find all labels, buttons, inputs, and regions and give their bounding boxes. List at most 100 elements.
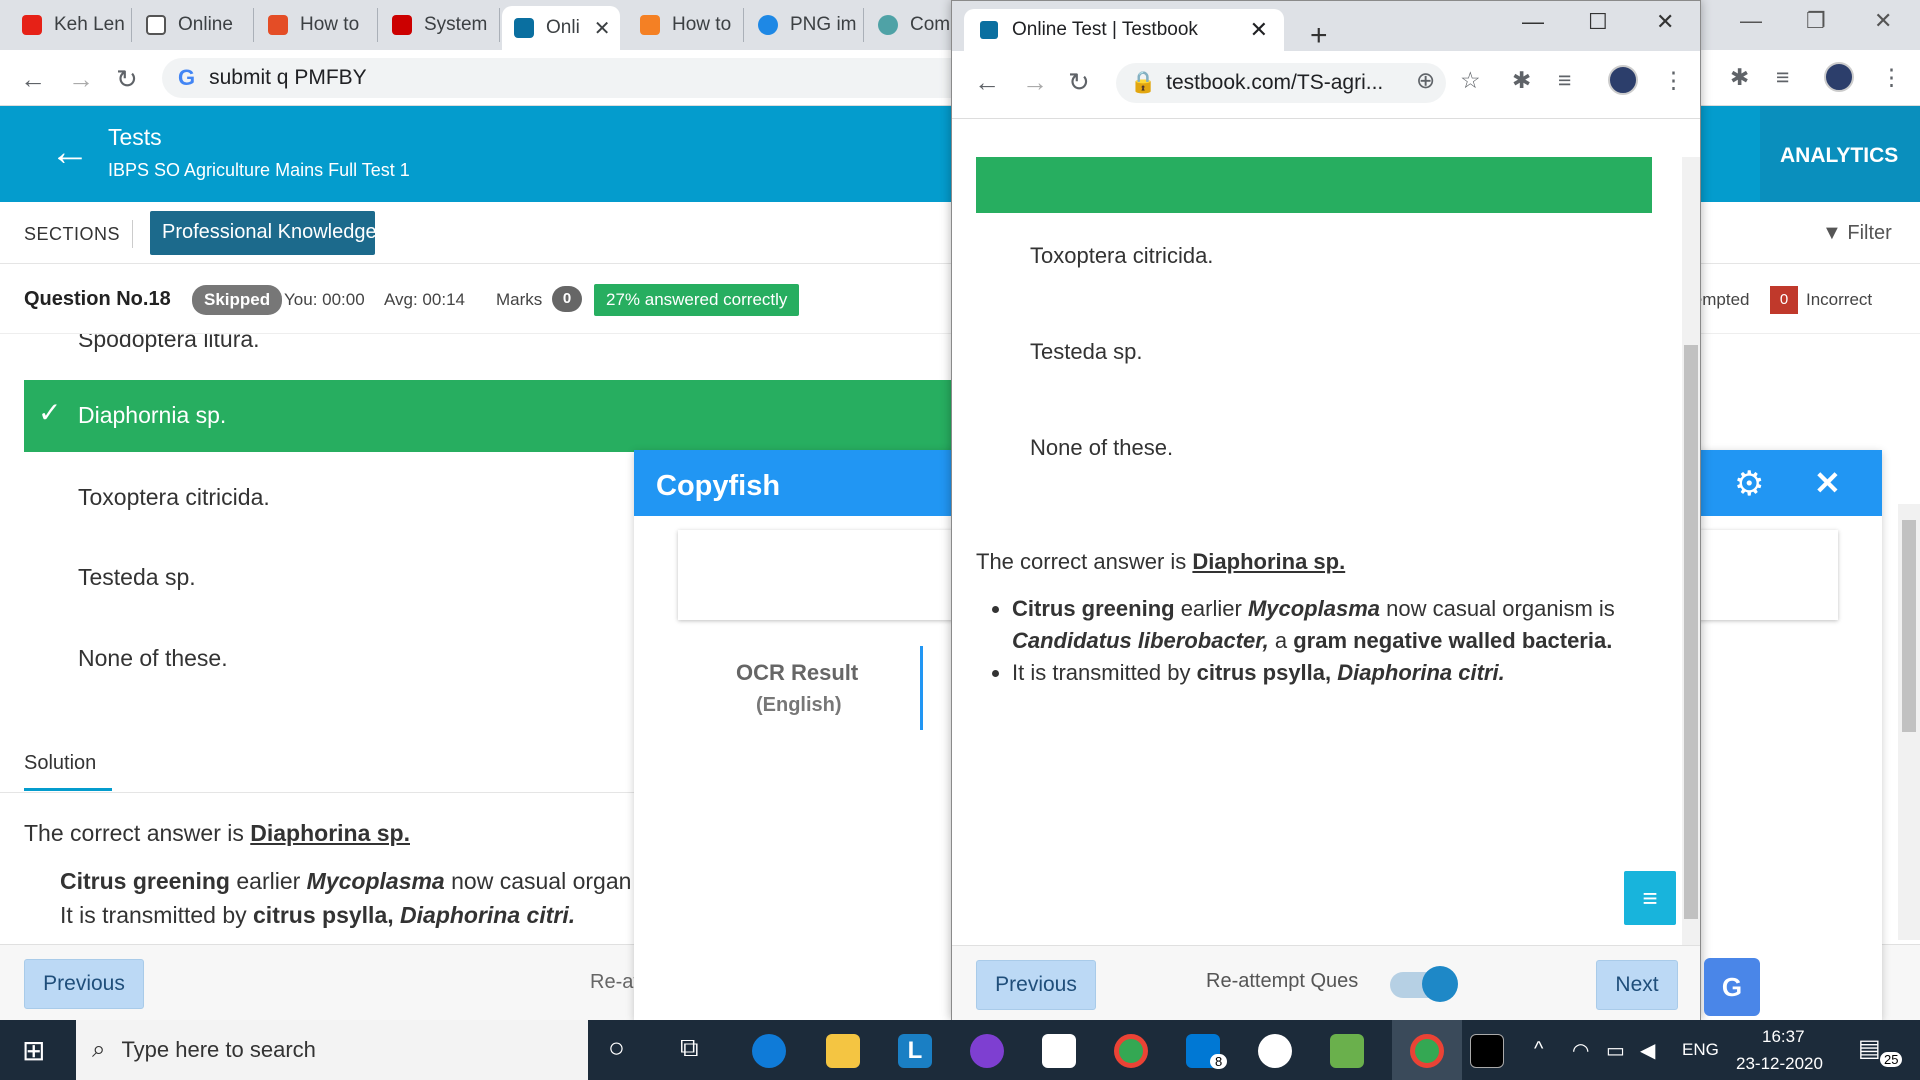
maximize-icon[interactable]: ☐ — [1588, 9, 1608, 35]
extensions-icon[interactable]: ✱ — [1512, 67, 1531, 94]
back-icon[interactable]: ← — [20, 64, 46, 95]
tab-youtube[interactable]: Keh Len — [10, 8, 132, 42]
tab-comp[interactable]: Comp — [866, 8, 956, 42]
media-icon[interactable]: ≡ — [1776, 64, 1789, 91]
tab-system[interactable]: System — [380, 8, 500, 42]
menu-icon[interactable]: ⋮ — [1662, 67, 1685, 94]
solution-list: Citrus greening earlier Mycoplasma now c… — [60, 864, 630, 932]
popup-tab[interactable]: Online Test | Testbook ✕ — [964, 9, 1284, 51]
option-3[interactable]: Testeda sp. — [78, 564, 196, 591]
solution-tab-indicator — [24, 788, 112, 791]
notification-icon[interactable]: ▤ — [1858, 1034, 1881, 1063]
reload-icon[interactable]: ↻ — [116, 64, 138, 95]
taskbar-search[interactable]: ⌕ Type here to search — [76, 1020, 588, 1080]
menu-fab-icon[interactable]: ≡ — [1624, 871, 1676, 925]
option-partial: Spodoptera litura. — [78, 334, 260, 352]
chevron-up-icon[interactable]: ^ — [1534, 1038, 1543, 1061]
notification-count: 25 — [1880, 1052, 1903, 1067]
url-field[interactable]: 🔒 testbook.com/TS-agri... — [1116, 63, 1446, 103]
popup-tab-strip: Online Test | Testbook ✕ + — ☐ ✕ — [952, 1, 1700, 53]
divider — [920, 646, 923, 730]
windows-start-icon[interactable]: ⊞ — [22, 1034, 45, 1067]
analytics-tab[interactable]: ANALYTICS — [1780, 144, 1898, 168]
tab-online-active[interactable]: Onli ✕ — [502, 6, 620, 50]
clock-date[interactable]: 23-12-2020 — [1736, 1054, 1823, 1074]
scrollbar-thumb[interactable] — [1684, 345, 1698, 919]
section-chip[interactable]: Professional Knowledge — [150, 211, 375, 255]
solution-list: Citrus greening earlier Mycoplasma now c… — [1012, 593, 1652, 689]
menu-icon[interactable]: ⋮ — [1880, 64, 1903, 91]
diamond-icon — [146, 15, 166, 35]
podcast-icon[interactable] — [970, 1034, 1004, 1068]
chrome-active-icon[interactable] — [1410, 1034, 1444, 1068]
marks-badge: 0 — [552, 286, 582, 312]
option-2[interactable]: Toxoptera citricida. — [1030, 243, 1213, 269]
language-indicator[interactable]: ENG — [1682, 1040, 1719, 1060]
search-icon: ⌕ — [92, 1036, 106, 1063]
option-4[interactable]: None of these. — [1030, 435, 1173, 461]
tab-online[interactable]: Online — [134, 8, 254, 42]
divider — [132, 220, 133, 248]
clock-time[interactable]: 16:37 — [1762, 1027, 1805, 1047]
translate-icon[interactable]: G — [1704, 958, 1760, 1016]
chrome-icon[interactable] — [1114, 1034, 1148, 1068]
star-icon[interactable]: ☆ — [1460, 67, 1481, 94]
tab-how-to-1[interactable]: How to — [256, 8, 378, 42]
previous-button[interactable]: Previous — [976, 960, 1096, 1010]
ocr-result-label: OCR Result — [736, 660, 859, 685]
close-icon[interactable]: ✕ — [1814, 464, 1841, 502]
option-4[interactable]: None of these. — [78, 645, 228, 672]
incorrect-badge: 0 — [1770, 286, 1798, 314]
scrollbar-thumb[interactable] — [1902, 520, 1916, 732]
tab-how-to-2[interactable]: How to — [628, 8, 744, 42]
cortana-icon[interactable]: ○ — [608, 1032, 625, 1064]
edge-icon[interactable] — [752, 1034, 786, 1068]
minimize-icon[interactable]: — — [1740, 8, 1762, 34]
close-icon[interactable]: ✕ — [594, 16, 611, 41]
correct-option[interactable]: ✓ Diaphornia sp. — [24, 380, 954, 452]
forward-icon[interactable]: → — [1022, 67, 1048, 98]
volume-icon[interactable]: ◀ — [1640, 1038, 1655, 1063]
media-icon[interactable]: ≡ — [1558, 67, 1571, 94]
leaf-icon — [878, 15, 898, 35]
restore-icon[interactable]: ❐ — [1806, 8, 1826, 34]
correct-option[interactable] — [976, 157, 1652, 213]
answered-correctly-badge: 27% answered correctly — [594, 284, 800, 316]
paint-icon[interactable] — [1330, 1034, 1364, 1068]
add-icon[interactable]: ⊕ — [1416, 67, 1435, 94]
popup-address-bar: ← → ↻ 🔒 testbook.com/TS-agri... ⊕ ☆ ✱ ≡ ⋮ — [952, 51, 1700, 119]
battery-icon[interactable]: ▭ — [1606, 1038, 1625, 1063]
minimize-icon[interactable]: — — [1522, 9, 1544, 35]
tab-png[interactable]: PNG im — [746, 8, 864, 42]
option-3[interactable]: Testeda sp. — [1030, 339, 1143, 365]
list-item: It is transmitted by citrus psylla, Diap… — [60, 898, 630, 932]
close-icon[interactable]: ✕ — [1250, 17, 1268, 43]
solution-tab[interactable]: Solution — [24, 752, 96, 775]
back-icon[interactable]: ← — [974, 67, 1000, 98]
incorrect-label: Incorrect — [1806, 290, 1873, 309]
next-button[interactable]: Next — [1596, 960, 1678, 1010]
close-window-icon[interactable]: ✕ — [1874, 8, 1892, 34]
arrow-back-icon[interactable]: ← — [50, 130, 90, 175]
task-view-icon[interactable]: ⧉ — [680, 1032, 699, 1064]
toggle-knob[interactable] — [1422, 966, 1458, 1002]
option-2[interactable]: Toxoptera citricida. — [78, 484, 270, 511]
terminal-icon[interactable] — [1470, 1034, 1504, 1068]
forward-icon[interactable]: → — [68, 64, 94, 95]
reload-icon[interactable]: ↻ — [1068, 67, 1090, 98]
wifi-icon[interactable]: ◠ — [1572, 1038, 1589, 1063]
gear-icon[interactable]: ⚙ — [1734, 464, 1764, 504]
store-icon[interactable] — [1042, 1034, 1076, 1068]
page-title: Tests — [108, 124, 162, 150]
l-app-icon[interactable]: L — [898, 1034, 932, 1068]
file-explorer-icon[interactable] — [826, 1034, 860, 1068]
previous-button[interactable]: Previous — [24, 959, 144, 1009]
mail-badge: 8 — [1210, 1054, 1228, 1069]
close-window-icon[interactable]: ✕ — [1656, 9, 1674, 35]
filter-button[interactable]: ▼ Filter — [1822, 222, 1892, 245]
avatar[interactable] — [1824, 62, 1854, 92]
extensions-icon[interactable]: ✱ — [1730, 64, 1749, 91]
app-icon[interactable] — [1258, 1034, 1292, 1068]
new-tab-icon[interactable]: + — [1310, 19, 1328, 53]
avatar[interactable] — [1608, 65, 1638, 95]
